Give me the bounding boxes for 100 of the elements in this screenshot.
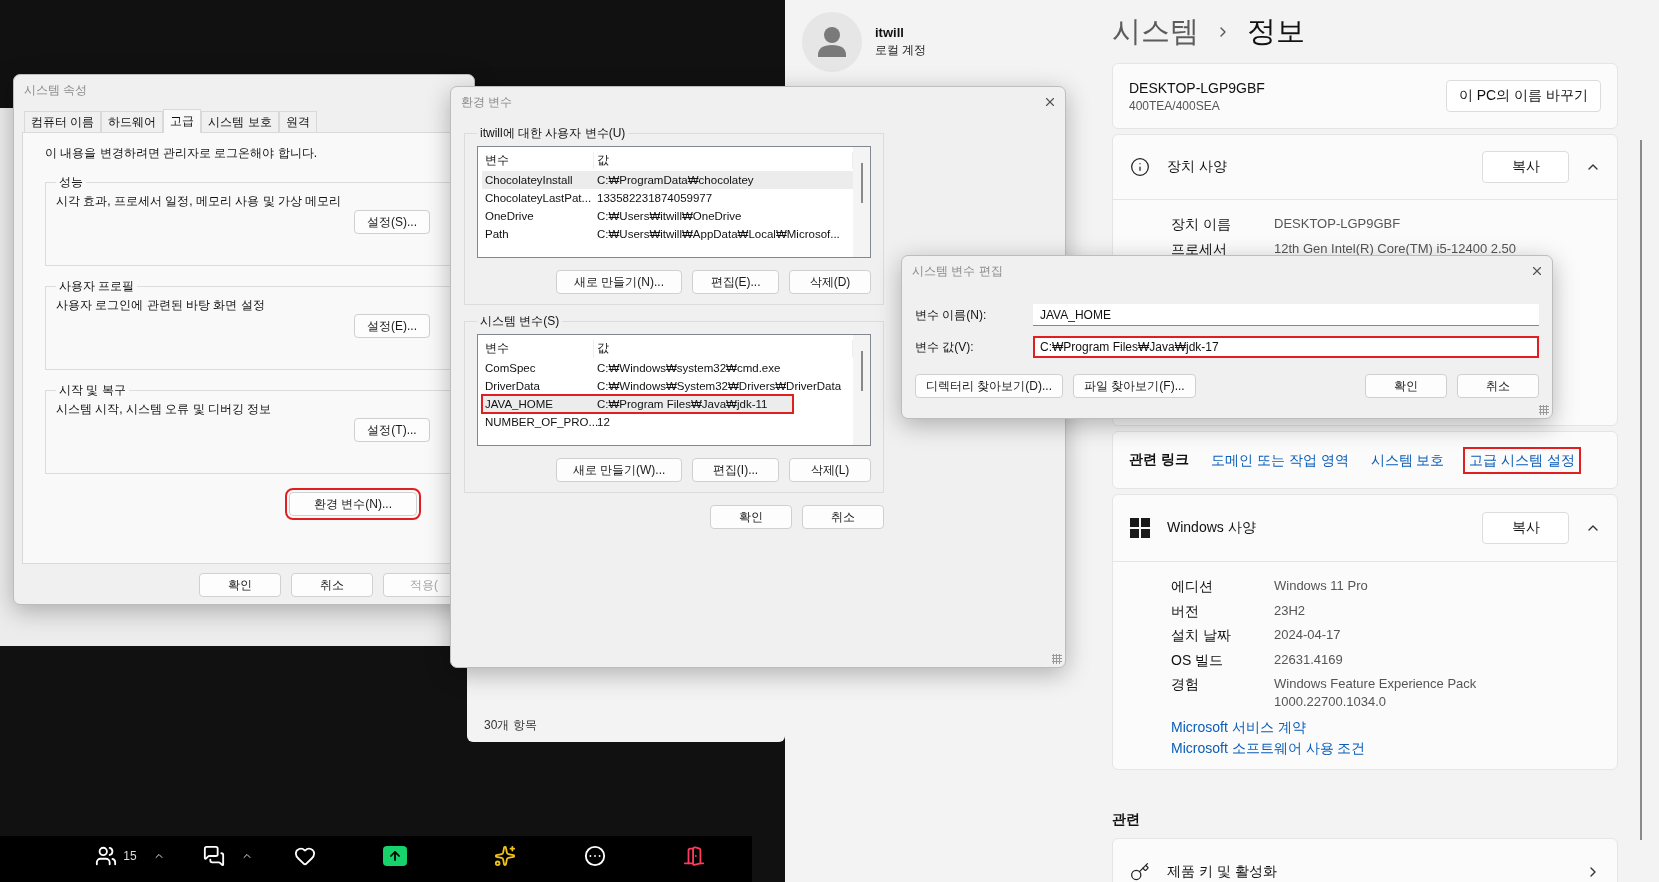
list-action-button[interactable]: 새로 만들기(W)... (556, 458, 682, 482)
browse-button[interactable]: 파일 찾아보기(F)... (1073, 374, 1196, 398)
copy-button[interactable]: 복사 (1482, 512, 1569, 544)
list-action-button[interactable]: 삭제(L) (789, 458, 871, 482)
dialog-button[interactable]: 취소 (291, 573, 373, 597)
variable-row[interactable]: DriverData C:₩Windows₩System32₩Drivers₩DriverData (482, 377, 853, 395)
dialog-title: 환경 변수 (461, 93, 513, 111)
agreement-link[interactable]: Microsoft 소프트웨어 사용 조건 (1171, 738, 1617, 759)
related-link[interactable]: 고급 시스템 설정 (1466, 449, 1579, 471)
tab[interactable]: 컴퓨터 이름 (24, 111, 102, 132)
list-action-button[interactable]: 새로 만들기(N)... (556, 270, 682, 294)
dialog-button[interactable]: 확인 (199, 573, 281, 597)
variable-row[interactable]: OneDrive C:₩Users₩itwill₩OneDrive (482, 207, 853, 225)
input-field[interactable]: JAVA_HOME (1033, 304, 1539, 326)
browse-button[interactable]: 디렉터리 찾아보기(D)... (915, 374, 1063, 398)
group-title: 성능 (58, 174, 84, 191)
table-cell-text: 12 (597, 416, 611, 428)
section-title: 관련 링크 (1129, 451, 1189, 469)
item-title: 제품 키 및 활성화 (1167, 863, 1278, 881)
spec-label: 프로세서 (1171, 239, 1228, 259)
table-cell-text: JAVA_HOME (484, 398, 554, 410)
user-name: itwill (875, 25, 905, 40)
table-cell-text: C:₩Windows₩System32₩Drivers₩DriverData (596, 380, 843, 392)
settings-button[interactable]: 설정(E)... (354, 314, 430, 338)
scrollbar-thumb[interactable] (860, 351, 863, 391)
rename-pc-button[interactable]: 이 PC의 이름 바꾸기 (1445, 80, 1601, 112)
copy-button[interactable]: 복사 (1482, 151, 1569, 183)
heart-icon[interactable] (294, 845, 316, 867)
field-label: 변수 값(V): (915, 338, 975, 356)
account-type: 로컬 계정 (875, 42, 927, 59)
resize-grip[interactable] (1052, 654, 1062, 664)
table-cell-text: Path (484, 228, 510, 240)
settings-button[interactable]: 설정(T)... (354, 418, 430, 442)
product-key-card[interactable]: 제품 키 및 활성화 (1112, 838, 1618, 882)
scrollbar[interactable] (1640, 140, 1642, 840)
tab[interactable]: 시스템 보호 (201, 111, 279, 132)
dialog-button[interactable]: 확인 (710, 505, 792, 529)
variable-row[interactable]: Path C:₩Users₩itwill₩AppData₩Local₩Microsof... (482, 225, 853, 243)
variable-row[interactable]: ChocolateyInstall C:₩ProgramData₩chocolatey (482, 171, 853, 189)
dialog-title: 시스템 변수 편집 (912, 262, 1003, 280)
list-action-button[interactable]: 편집(E)... (692, 270, 779, 294)
variable-row[interactable]: ComSpec C:₩Windows₩system32₩cmd.exe (482, 359, 853, 377)
dialog-button[interactable]: 취소 (1457, 374, 1539, 398)
close-icon[interactable] (1530, 264, 1544, 278)
table-cell-text: C:₩Program Files₩Java₩jdk-11 (596, 398, 769, 410)
scrollbar-thumb[interactable] (860, 163, 863, 203)
spec-value: 23H2 (1274, 601, 1307, 620)
table-cell-text: C:₩Users₩itwill₩OneDrive (596, 210, 743, 222)
group-title: 사용자 프로필 (58, 278, 136, 295)
column-header[interactable]: 변수 (482, 339, 594, 357)
dialog-title: 시스템 속성 (24, 81, 88, 99)
group-description: 시각 효과, 프로세서 일정, 메모리 사용 및 가상 메모리 (56, 193, 343, 210)
people-icon[interactable] (95, 845, 118, 867)
device-name: DESKTOP-LGP9GBF (1129, 79, 1266, 96)
agreement-link[interactable]: Microsoft 서비스 계약 (1171, 717, 1617, 738)
list-action-button[interactable]: 삭제(D) (789, 270, 871, 294)
notice-text: 이 내용을 변경하려면 관리자로 로그온해야 합니다. (45, 145, 318, 162)
dialog-button[interactable]: 취소 (802, 505, 884, 529)
four-squares-logo-icon (1130, 518, 1150, 538)
variable-row[interactable]: JAVA_HOME C:₩Program Files₩Java₩jdk-11 (482, 395, 793, 413)
related-link[interactable]: 시스템 보호 (1370, 449, 1445, 471)
item-count: 30개 항목 (484, 717, 537, 734)
section-title: Windows 사양 (1167, 519, 1257, 537)
spec-value: Windows Feature Experience Pack 1000.22700.1034.0 (1274, 675, 1478, 711)
table-cell-text: DriverData (484, 380, 541, 392)
device-model: 400TEA/400SEA (1129, 98, 1221, 113)
dialog-button[interactable]: 확인 (1365, 374, 1447, 398)
tab[interactable]: 고급 (163, 109, 202, 133)
spec-label: 장치 이름 (1171, 215, 1232, 234)
page-title: 정보 (1247, 14, 1305, 49)
close-icon[interactable] (1043, 95, 1057, 109)
list-action-button[interactable]: 편집(I)... (692, 458, 779, 482)
tab[interactable]: 원격 (278, 111, 317, 132)
participant-count: 15 (123, 849, 137, 863)
input-field[interactable]: C:₩Program Files₩Java₩jdk-17 (1033, 336, 1539, 358)
settings-button[interactable]: 설정(S)... (354, 210, 430, 234)
table-cell-text: C:₩ProgramData₩chocolatey (596, 174, 755, 186)
group-description: 사용자 로그인에 관련된 바탕 화면 설정 (56, 297, 266, 314)
resize-grip[interactable] (1539, 405, 1549, 415)
info-icon (1130, 157, 1150, 177)
chat-icon[interactable] (202, 845, 225, 867)
table-cell-text: ChocolateyInstall (484, 174, 574, 186)
group-title: 시스템 변수(S) (479, 313, 561, 330)
section-title: 관련 (1112, 811, 1141, 829)
sparkle-icon[interactable] (494, 845, 516, 867)
user-avatar-icon (802, 12, 862, 72)
page-title[interactable]: 시스템 (1112, 12, 1199, 52)
variable-row[interactable]: ChocolateyLastPat... 133582231874059977 (482, 189, 853, 207)
related-link[interactable]: 도메인 또는 작업 영역 (1210, 449, 1349, 471)
column-header[interactable]: 변수 (482, 151, 594, 169)
spec-label: 버전 (1171, 601, 1200, 621)
spec-value: 2024-04-17 (1274, 626, 1342, 644)
table-cell-text: C:₩Windows₩system32₩cmd.exe (596, 362, 782, 374)
table-cell-text: C:₩Users₩itwill₩AppData₩Local₩Microsof... (596, 228, 841, 240)
door-icon[interactable] (682, 845, 705, 867)
tab[interactable]: 하드웨어 (101, 111, 164, 132)
spec-label: 경험 (1171, 675, 1200, 694)
spec-value: 22631.4169 (1274, 650, 1344, 669)
variable-row[interactable]: NUMBER_OF_PRO...12 (482, 413, 853, 431)
more-icon[interactable] (584, 845, 606, 867)
